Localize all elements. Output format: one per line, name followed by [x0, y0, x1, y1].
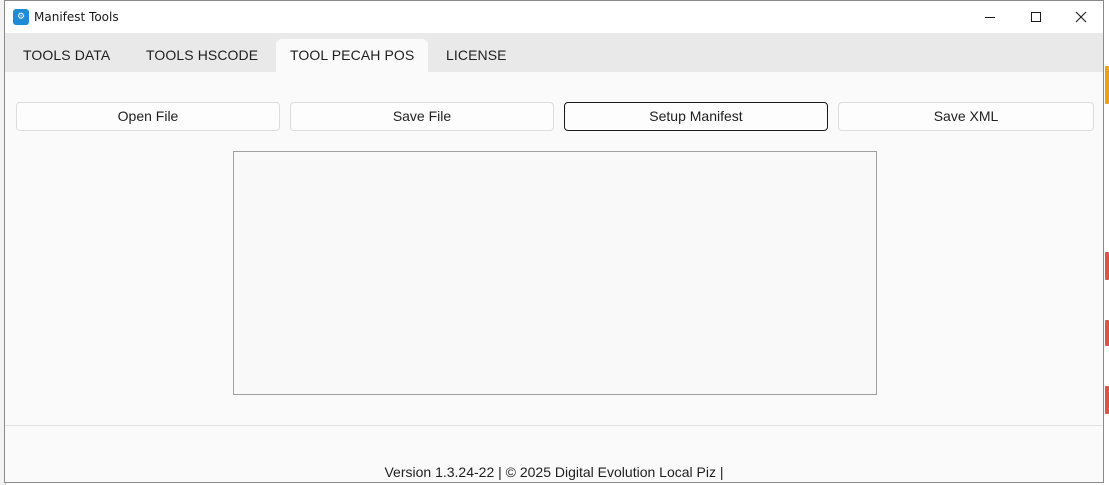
tab-tools-hscode[interactable]: TOOLS HSCODE — [132, 39, 272, 72]
minimize-icon — [985, 17, 995, 18]
background-window-edge-right — [1105, 0, 1109, 485]
close-button[interactable] — [1058, 1, 1104, 33]
minimize-button[interactable] — [967, 1, 1013, 33]
maximize-icon — [1031, 12, 1041, 22]
save-xml-button[interactable]: Save XML — [838, 102, 1094, 131]
manifest-tools-window: ⚙ Manifest Tools TOOLS DATA TOOLS HSCODE… — [4, 0, 1104, 483]
footer-divider — [5, 425, 1103, 426]
tab-license[interactable]: LICENSE — [432, 39, 521, 72]
open-file-button[interactable]: Open File — [16, 102, 280, 131]
tab-tools-data[interactable]: TOOLS DATA — [9, 39, 124, 72]
maximize-button[interactable] — [1013, 1, 1059, 33]
setup-manifest-button[interactable]: Setup Manifest — [564, 102, 828, 131]
manifest-content-panel[interactable] — [233, 151, 877, 395]
app-tool-icon: ⚙ — [13, 9, 29, 25]
save-file-button[interactable]: Save File — [290, 102, 554, 131]
close-icon — [1075, 11, 1087, 23]
tab-tool-pecah-pos[interactable]: TOOL PECAH POS — [276, 39, 429, 72]
title-bar: ⚙ Manifest Tools — [5, 1, 1103, 33]
window-title: Manifest Tools — [34, 10, 119, 24]
version-footer: Version 1.3.24-22 | © 2025 Digital Evolu… — [384, 464, 724, 480]
tab-bar: TOOLS DATA TOOLS HSCODE TOOL PECAH POS L… — [5, 33, 1103, 72]
